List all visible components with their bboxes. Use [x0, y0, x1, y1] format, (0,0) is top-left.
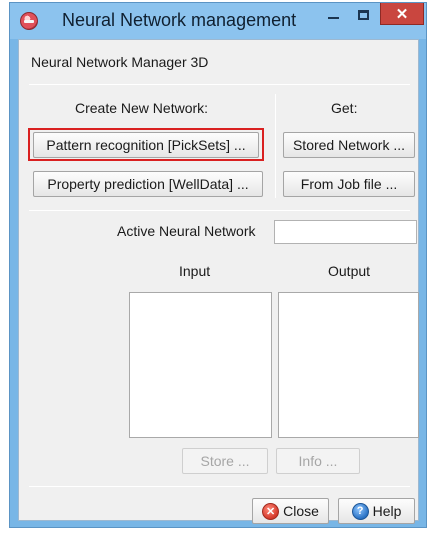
- close-icon: ✕: [262, 502, 280, 520]
- app-icon: [20, 12, 38, 30]
- manager-title: Neural Network Manager 3D: [31, 54, 209, 70]
- active-network-field[interactable]: [274, 220, 417, 244]
- help-button[interactable]: ? Help: [338, 498, 415, 524]
- help-button-label: Help: [372, 503, 402, 519]
- pattern-recognition-button[interactable]: Pattern recognition [PickSets] ...: [33, 132, 259, 158]
- maximize-button[interactable]: [348, 3, 378, 27]
- info-button[interactable]: Info ...: [276, 448, 360, 474]
- section-divider: [29, 210, 410, 211]
- minimize-button[interactable]: [318, 3, 348, 27]
- maximize-icon: [357, 10, 369, 20]
- output-label: Output: [328, 263, 371, 279]
- footer-divider: [29, 486, 410, 487]
- dialog-window: Neural Network management ✕ Neural Netwo…: [9, 2, 427, 528]
- get-label: Get:: [331, 100, 358, 116]
- from-job-file-button[interactable]: From Job file ...: [283, 171, 415, 197]
- help-icon: ?: [351, 502, 369, 520]
- create-network-label: Create New Network:: [75, 100, 209, 116]
- stored-network-button[interactable]: Stored Network ...: [283, 132, 415, 158]
- close-button-label: Close: [283, 503, 319, 519]
- close-button[interactable]: ✕ Close: [252, 498, 329, 524]
- minimize-icon: [327, 17, 339, 19]
- column-divider: [275, 94, 276, 198]
- input-label: Input: [179, 263, 211, 279]
- store-button[interactable]: Store ...: [182, 448, 268, 474]
- output-list[interactable]: [278, 292, 419, 438]
- property-prediction-button[interactable]: Property prediction [WellData] ...: [33, 171, 263, 197]
- window-close-button[interactable]: ✕: [380, 3, 424, 25]
- header-divider: [29, 84, 410, 85]
- input-list[interactable]: [129, 292, 272, 438]
- dialog-body: Neural Network Manager 3D Create New Net…: [18, 39, 419, 524]
- window-title: Neural Network management: [62, 10, 297, 30]
- active-network-label: Active Neural Network: [117, 223, 256, 239]
- title-bar[interactable]: Neural Network management ✕: [10, 3, 426, 39]
- close-icon: ✕: [395, 5, 409, 23]
